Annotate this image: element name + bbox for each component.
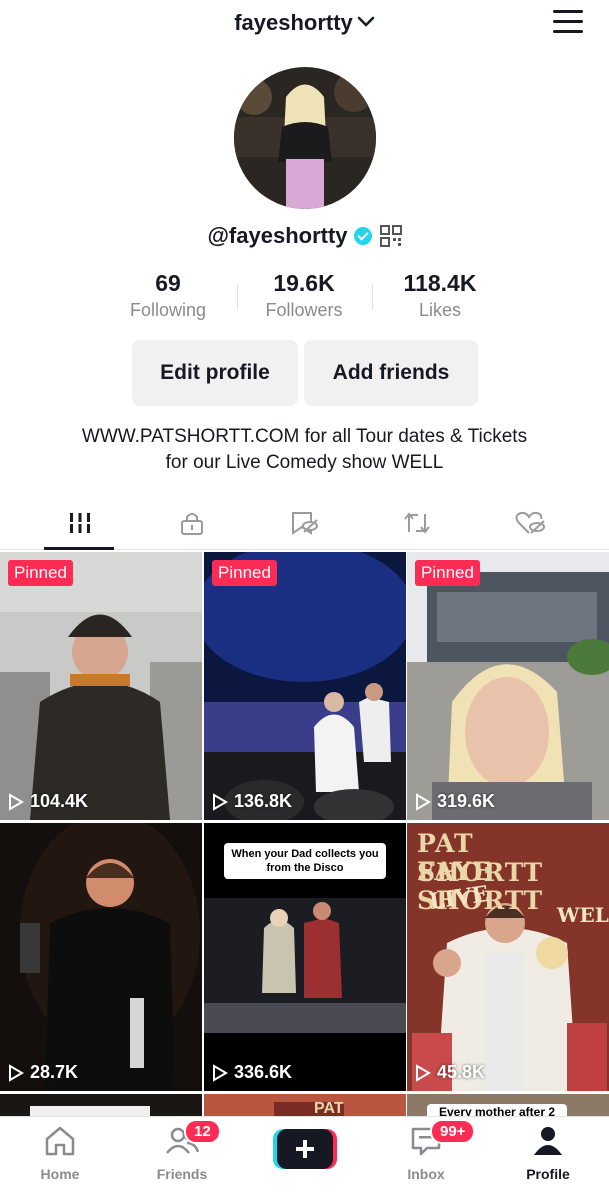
menu-icon[interactable] <box>553 10 583 36</box>
followers-count: 19.6K <box>273 270 335 296</box>
view-count: 336.6K <box>212 1062 292 1083</box>
home-icon <box>45 1126 75 1156</box>
tab-repost-arrows[interactable] <box>356 496 477 550</box>
verified-badge-icon <box>353 227 372 246</box>
view-count: 45.8K <box>415 1062 485 1083</box>
tab-liked[interactable] <box>470 496 591 550</box>
play-icon <box>213 1063 228 1082</box>
videos-grid-icon <box>67 513 92 533</box>
view-count: 104.4K <box>8 791 88 812</box>
handle-row: @fayeshortty <box>0 222 609 249</box>
video-thumbnail[interactable]: Every mother after 2 <box>407 1094 609 1118</box>
likes-count: 118.4K <box>403 270 477 296</box>
profile-handle: @fayeshortty <box>207 223 348 249</box>
followers-label: Followers <box>265 300 343 320</box>
video-thumbnail[interactable]: PAT <box>204 1094 406 1118</box>
username-title: fayeshortty <box>234 10 353 35</box>
pinned-badge: Pinned <box>415 560 480 586</box>
create-button[interactable] <box>273 1129 337 1169</box>
repost-arrows-icon <box>403 512 430 534</box>
profile-stats: 69 Following 19.6K Followers 118.4K Like… <box>100 268 510 328</box>
likes-label: Likes <box>418 300 462 320</box>
bio-line-1[interactable]: WWW.PATSHORTT.COM for all Tour dates & T… <box>0 424 609 450</box>
friends-badge: 12 <box>184 1119 221 1144</box>
inbox-badge: 99+ <box>430 1119 476 1144</box>
play-icon <box>9 792 24 811</box>
followers-stat[interactable]: 19.6K Followers <box>236 268 372 321</box>
tab-private[interactable] <box>131 496 252 550</box>
nav-inbox[interactable]: Inbox 99+ <box>376 1119 476 1182</box>
qr-code-icon[interactable] <box>379 225 402 248</box>
likes-stat[interactable]: 118.4K Likes <box>372 268 508 321</box>
pinned-badge: Pinned <box>8 560 73 586</box>
add-friends-button[interactable]: Add friends <box>304 340 478 406</box>
bottom-navigation: Home Friends 12 Inbox 99+ Profile <box>0 1116 609 1200</box>
video-thumbnail[interactable] <box>0 1094 202 1118</box>
private-lock-icon <box>180 513 203 535</box>
nav-profile-label: Profile <box>526 1166 570 1182</box>
play-icon <box>416 792 431 811</box>
top-bar: fayeshortty <box>0 0 609 48</box>
nav-inbox-label: Inbox <box>407 1166 445 1182</box>
nav-home[interactable]: Home <box>10 1125 110 1182</box>
video-caption: When your Dad collects you from the Disc… <box>224 843 386 879</box>
following-stat[interactable]: 69 Following <box>100 268 236 321</box>
video-thumbnail[interactable]: PAT SHORTT FAYE SHORTT LIVE WELL 45.8K <box>407 823 609 1091</box>
video-thumbnail[interactable]: 28.7K <box>0 823 202 1091</box>
edit-profile-button[interactable]: Edit profile <box>132 340 298 406</box>
avatar[interactable] <box>234 67 376 209</box>
account-switcher[interactable]: fayeshortty <box>0 10 609 36</box>
poster-well: WELL <box>557 903 609 927</box>
profile-tabs <box>0 496 609 550</box>
video-thumbnail[interactable]: Pinned 104.4K <box>0 552 202 820</box>
play-icon <box>9 1063 24 1082</box>
nav-friends[interactable]: Friends 12 <box>132 1119 232 1182</box>
following-label: Following <box>129 300 207 320</box>
nav-home-label: Home <box>40 1166 80 1182</box>
following-count: 69 <box>155 270 181 296</box>
bio-line-2: for our Live Comedy show WELL <box>165 452 444 473</box>
view-count: 136.8K <box>212 791 292 812</box>
video-thumbnail[interactable]: Pinned 136.8K <box>204 552 406 820</box>
view-count: 319.6K <box>415 791 495 812</box>
nav-profile[interactable]: Profile <box>498 1125 598 1182</box>
nav-friends-label: Friends <box>156 1166 208 1182</box>
liked-hidden-icon <box>515 511 545 534</box>
video-thumbnail[interactable]: Pinned 319.6K <box>407 552 609 820</box>
tab-videos[interactable] <box>19 496 140 550</box>
bio: WWW.PATSHORTT.COM for all Tour dates & T… <box>0 424 609 476</box>
video-thumbnail[interactable]: When your Dad collects you from the Disc… <box>204 823 406 1091</box>
plus-icon <box>273 1129 337 1169</box>
reposts-icon <box>291 512 318 535</box>
active-tab-indicator <box>44 547 114 550</box>
play-icon <box>213 792 228 811</box>
tab-reposts[interactable] <box>244 496 365 550</box>
play-icon <box>416 1063 431 1082</box>
profile-icon <box>534 1127 562 1155</box>
chevron-down-icon <box>357 16 375 27</box>
pinned-badge: Pinned <box>212 560 277 586</box>
view-count: 28.7K <box>8 1062 78 1083</box>
